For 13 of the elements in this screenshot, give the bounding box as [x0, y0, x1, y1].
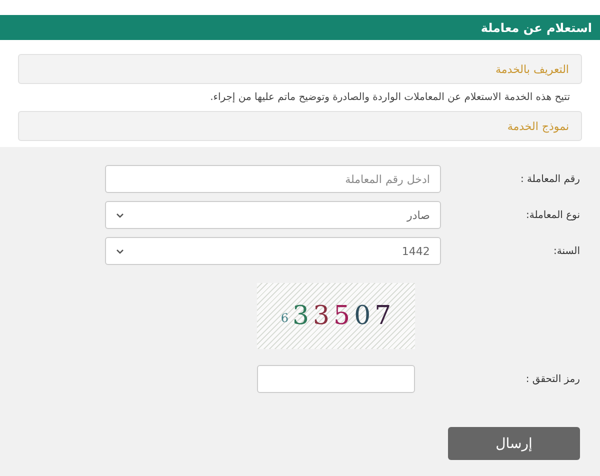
field-label: رقم المعاملة : — [520, 174, 580, 184]
captcha-field[interactable] — [257, 365, 415, 393]
field-label: السنة: — [552, 246, 580, 256]
service-description: تتيح هذه الخدمة الاستعلام عن المعاملات الواردة والصادرة وتوضيح ماتم عليها من إجراء. — [209, 92, 571, 103]
page-header: استعلام عن معاملة — [0, 15, 600, 40]
submit-button[interactable]: إرسال — [448, 427, 580, 460]
chevron-icon — [116, 212, 124, 218]
dropdown[interactable]: 1442 — [105, 237, 441, 265]
field-label: رمز التحقق : — [524, 374, 580, 384]
dropdown[interactable]: صادر — [105, 201, 441, 229]
chevron-icon — [116, 248, 124, 254]
field-label: نوع المعاملة: — [525, 210, 580, 220]
transaction-number-field[interactable]: ادخل رقم المعاملة — [105, 165, 441, 193]
